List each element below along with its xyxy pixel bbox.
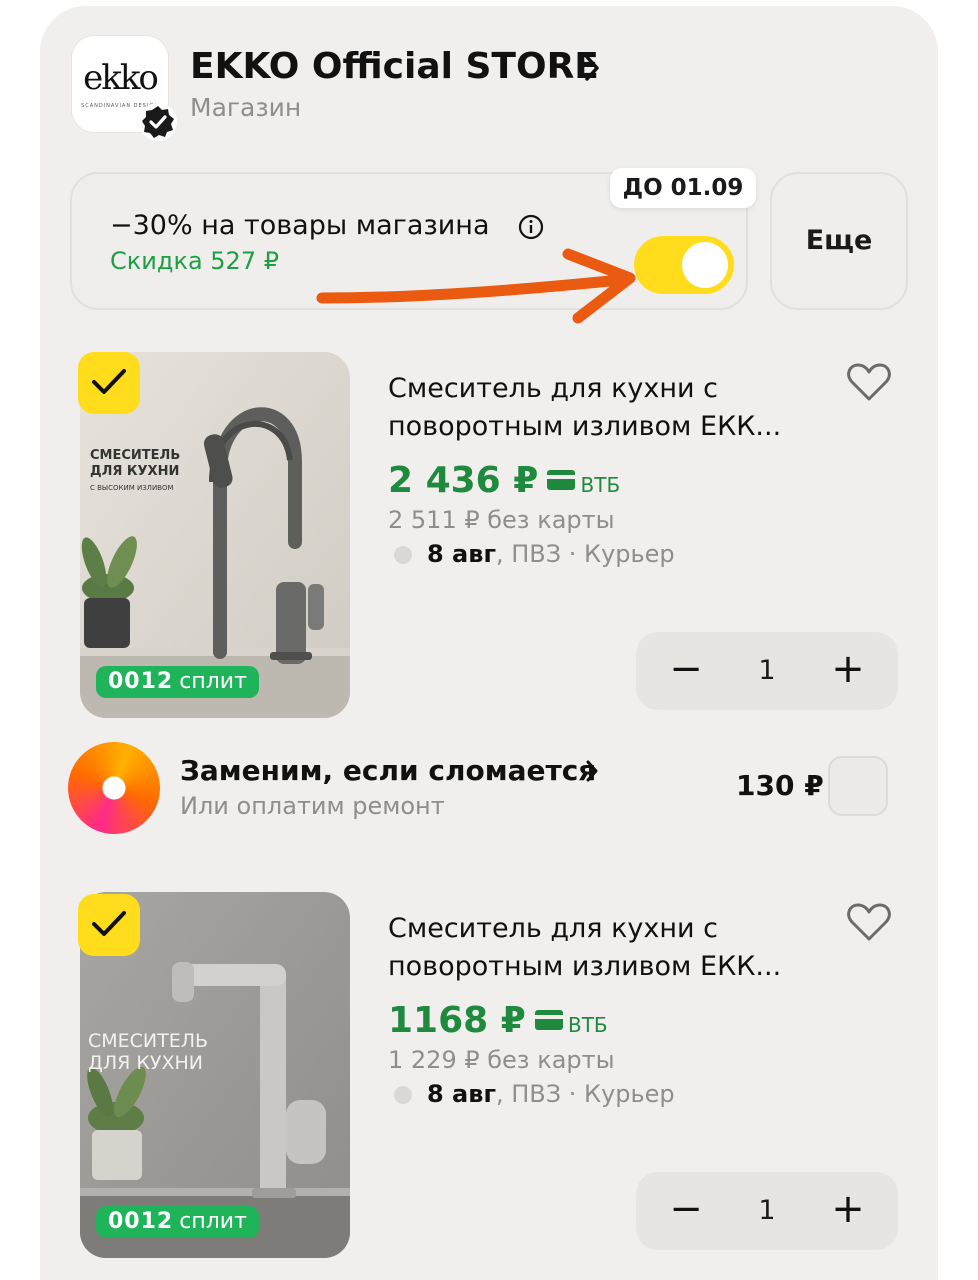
image-caption-line-1: СМЕСИТЕЛЬ	[90, 448, 181, 463]
decrease-quantity-button[interactable]: −	[646, 632, 726, 710]
product-price-row: 2 436 ₽ ВТБ	[388, 460, 620, 501]
promo-title: −30% на товары магазина	[110, 210, 490, 241]
product-title[interactable]: Смеситель для кухни с поворотным изливом…	[388, 370, 828, 446]
product-title-line-2: поворотным изливом ЕКК...	[388, 411, 782, 442]
protection-price: 130 ₽	[736, 769, 824, 802]
chevron-right-icon[interactable]	[584, 54, 600, 82]
protection-checkbox[interactable]	[828, 756, 888, 816]
protection-subtitle: Или оплатим ремонт	[180, 792, 445, 820]
delivery-info: 8 авг, ПВЗ · Курьер	[427, 540, 675, 568]
product-price-row: 1168 ₽ ВТБ	[388, 1000, 608, 1041]
delivery-info: 8 авг, ПВЗ · Курьер	[427, 1080, 675, 1108]
product-title-line-1: Смеситель для кухни с	[388, 913, 718, 944]
promo-discount-amount: Скидка 527 ₽	[110, 247, 279, 275]
verified-badge-icon	[139, 103, 177, 141]
quantity-stepper: − 1 +	[636, 1172, 898, 1250]
split-label: сплит	[179, 669, 247, 694]
price-without-card: 2 511 ₽ без карты	[388, 506, 615, 534]
delivery-status-dot	[394, 1086, 412, 1104]
bank-name: ВТБ	[567, 1013, 608, 1037]
split-digits: 0012	[108, 669, 174, 694]
select-product-checkbox[interactable]	[78, 894, 140, 956]
more-promos-button[interactable]: Еще	[770, 172, 908, 310]
promo-deadline-badge: ДО 01.09	[610, 168, 756, 208]
bank-card-icon	[547, 470, 576, 490]
delivery-options: , ПВЗ · Курьер	[495, 1080, 675, 1108]
split-payment-badge: 0012 сплит	[96, 1206, 259, 1238]
favorite-heart-icon[interactable]	[846, 362, 892, 402]
toggle-knob	[682, 242, 728, 288]
split-payment-badge: 0012 сплит	[96, 666, 259, 698]
increase-quantity-button[interactable]: +	[808, 1172, 888, 1250]
protection-title-link[interactable]: Заменим, если сломается	[180, 754, 596, 787]
info-icon[interactable]	[518, 214, 544, 240]
product-title-line-2: поворотным изливом ЕКК...	[388, 951, 782, 982]
bank-card-icon	[534, 1010, 563, 1030]
select-product-checkbox[interactable]	[78, 352, 140, 414]
image-caption: СМЕСИТЕЛЬ ДЛЯ КУХНИ С ВЫСОКИМ ИЗЛИВОМ	[90, 448, 180, 496]
card-price: 1168 ₽	[388, 1000, 526, 1041]
protection-service-logo	[68, 742, 160, 834]
checkmark-icon	[92, 911, 126, 936]
checkmark-icon	[92, 369, 126, 394]
arrow-annotation-icon	[316, 248, 636, 324]
price-without-card: 1 229 ₽ без карты	[388, 1046, 615, 1074]
product-title-line-1: Смеситель для кухни с	[388, 373, 718, 404]
favorite-heart-icon[interactable]	[846, 902, 892, 942]
bank-name: ВТБ	[580, 473, 621, 497]
chevron-right-icon[interactable]	[586, 760, 598, 782]
image-caption-line-2: ДЛЯ КУХНИ	[90, 464, 180, 479]
quantity-stepper: − 1 +	[636, 632, 898, 710]
product-title[interactable]: Смеситель для кухни с поворотным изливом…	[388, 910, 828, 986]
delivery-options: , ПВЗ · Курьер	[495, 540, 675, 568]
decrease-quantity-button[interactable]: −	[646, 1172, 726, 1250]
store-name-link[interactable]: EKKO Official STORE	[190, 46, 599, 87]
quantity-value: 1	[758, 655, 776, 686]
card-price: 2 436 ₽	[388, 460, 539, 501]
image-caption-line-3: С ВЫСОКИМ ИЗЛИВОМ	[90, 484, 174, 492]
delivery-status-dot	[394, 546, 412, 564]
delivery-date: 8 авг	[427, 1080, 496, 1108]
split-digits: 0012	[108, 1209, 174, 1234]
logo-wordmark: ekko	[83, 58, 159, 98]
split-label: сплит	[179, 1209, 247, 1234]
image-caption: СМЕСИТЕЛЬ ДЛЯ КУХНИ	[88, 1030, 208, 1074]
image-caption-line-1: СМЕСИТЕЛЬ	[88, 1030, 209, 1052]
increase-quantity-button[interactable]: +	[808, 632, 888, 710]
image-caption-line-2: ДЛЯ КУХНИ	[88, 1052, 203, 1074]
delivery-date: 8 авг	[427, 540, 496, 568]
store-type-label: Магазин	[190, 93, 302, 122]
quantity-value: 1	[758, 1195, 776, 1226]
